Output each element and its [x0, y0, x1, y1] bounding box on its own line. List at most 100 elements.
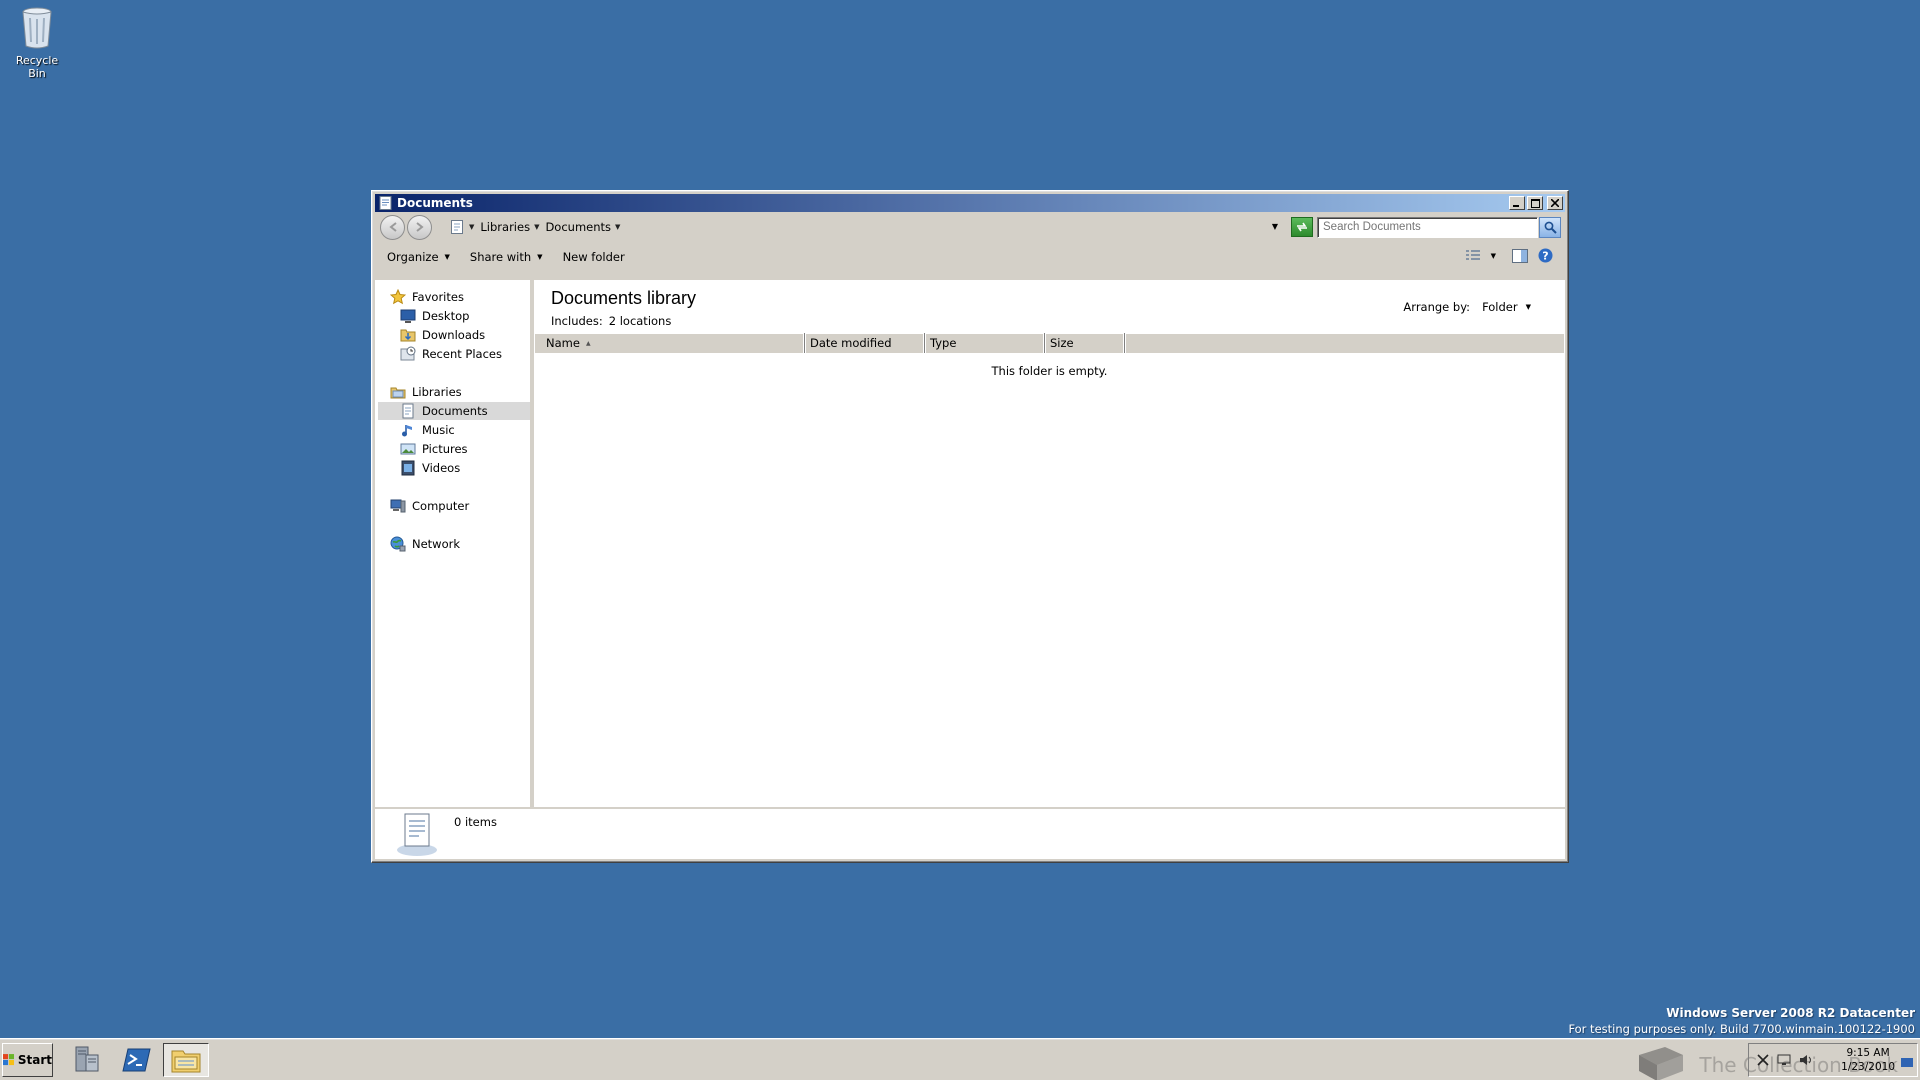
maximize-icon [1530, 198, 1540, 208]
address-root-dropdown-icon[interactable]: ▼ [469, 223, 474, 231]
column-date-label: Date modified [810, 336, 892, 350]
nav-computer[interactable]: Computer [390, 497, 469, 515]
close-button[interactable] [1547, 196, 1563, 210]
organize-button[interactable]: Organize ▼ [387, 250, 450, 264]
downloads-icon [400, 329, 416, 342]
documents-icon [402, 403, 414, 419]
details-pane: 0 items [375, 807, 1565, 859]
pictures-icon [400, 443, 416, 455]
nav-recent-places-label: Recent Places [422, 347, 502, 361]
breadcrumb-libraries[interactable]: Libraries ▼ [480, 220, 539, 234]
nav-network[interactable]: Network [390, 535, 460, 553]
content-pane: Documents library Includes: 2 locations A… [534, 280, 1565, 809]
new-folder-button[interactable]: New folder [563, 250, 625, 264]
recycle-bin[interactable]: Recycle Bin [6, 6, 68, 80]
nav-downloads-label: Downloads [422, 328, 486, 342]
show-desktop-icon[interactable] [1901, 1056, 1913, 1068]
column-header-filler [1125, 333, 1565, 353]
address-history-dropdown-icon[interactable]: ▼ [1272, 222, 1278, 231]
refresh-icon [1297, 222, 1307, 232]
taskbar-server-manager[interactable] [64, 1043, 110, 1077]
title-bar[interactable]: Documents [375, 194, 1565, 212]
chevron-down-icon[interactable]: ▼ [1526, 303, 1531, 311]
nav-music-label: Music [422, 423, 455, 437]
address-bar[interactable]: ▼ Libraries ▼ Documents ▼ ▼ [444, 216, 1287, 238]
os-watermark: Windows Server 2008 R2 Datacenter For te… [1568, 1005, 1915, 1037]
computer-icon [390, 499, 406, 513]
organize-label: Organize [387, 250, 439, 264]
chevron-down-icon: ▼ [444, 253, 450, 261]
arrange-by-label: Arrange by: [1403, 300, 1471, 314]
search-input[interactable] [1317, 216, 1538, 238]
network-tray-icon[interactable] [1777, 1054, 1791, 1066]
forward-arrow-icon [415, 222, 424, 232]
nav-recent-places[interactable]: Recent Places [400, 345, 502, 363]
change-view-icon[interactable] [1465, 249, 1481, 263]
command-bar: Organize ▼ Share with ▼ New folder ▼ ? [375, 243, 1565, 271]
back-button[interactable] [380, 214, 405, 240]
new-folder-label: New folder [562, 250, 625, 264]
taskbar-explorer[interactable] [163, 1043, 209, 1077]
arrange-by-dropdown[interactable]: Folder [1482, 300, 1518, 314]
search-button[interactable] [1539, 216, 1561, 238]
preview-pane-icon[interactable] [1512, 248, 1528, 263]
nav-pictures[interactable]: Pictures [400, 440, 468, 458]
nav-downloads[interactable]: Downloads [400, 326, 485, 344]
chevron-down-icon[interactable]: ▼ [615, 223, 620, 231]
help-icon[interactable]: ? [1538, 248, 1553, 263]
forward-button[interactable] [407, 214, 432, 240]
nav-documents[interactable]: Documents [378, 402, 530, 420]
nav-computer-label: Computer [412, 499, 470, 513]
explorer-icon [171, 1050, 201, 1073]
clock-date: 1/23/2010 [1841, 1061, 1895, 1073]
taskbar-powershell[interactable] [114, 1043, 160, 1077]
svg-text:?: ? [1542, 250, 1548, 263]
action-center-icon[interactable] [1757, 1054, 1769, 1066]
library-includes: Includes: 2 locations [551, 314, 671, 328]
documents-icon [379, 196, 392, 210]
view-controls: ▼ ? [1465, 248, 1553, 263]
volume-icon[interactable] [1799, 1054, 1813, 1066]
navigation-pane: Favorites Desktop Downloads Recent Place… [375, 280, 532, 809]
server-manager-icon [75, 1046, 99, 1072]
nav-desktop-label: Desktop [422, 309, 470, 323]
music-icon [402, 425, 412, 437]
powershell-icon [122, 1048, 151, 1072]
column-header-type[interactable]: Type [925, 333, 1045, 353]
column-size-label: Size [1050, 336, 1074, 350]
column-header-size[interactable]: Size [1045, 333, 1125, 353]
desktop-icon [400, 309, 416, 323]
system-clock[interactable]: 9:15 AM 1/23/2010 [1841, 1046, 1895, 1074]
nav-videos[interactable]: Videos [400, 459, 460, 477]
includes-label: Includes: [551, 314, 603, 328]
windows-logo-icon [3, 1054, 15, 1066]
share-with-button[interactable]: Share with ▼ [470, 250, 543, 264]
arrange-by: Arrange by: Folder ▼ [1403, 300, 1531, 314]
chevron-down-icon: ▼ [537, 253, 543, 261]
view-dropdown-icon[interactable]: ▼ [1491, 252, 1496, 260]
start-button[interactable]: Start [2, 1043, 53, 1077]
breadcrumb-libraries-label: Libraries [480, 220, 531, 234]
column-header-date-modified[interactable]: Date modified [805, 333, 925, 353]
recycle-bin-label: Recycle Bin [15, 54, 59, 80]
refresh-button[interactable] [1291, 217, 1313, 237]
column-header-name[interactable]: Name ▲ [534, 333, 805, 353]
search-icon [1544, 221, 1557, 234]
breadcrumb-documents[interactable]: Documents ▼ [545, 220, 620, 234]
item-count: 0 items [454, 815, 497, 829]
window-title: Documents [397, 196, 473, 210]
nav-libraries-label: Libraries [412, 385, 462, 399]
minimize-icon [1513, 205, 1519, 207]
nav-music[interactable]: Music [400, 421, 455, 439]
clock-time: 9:15 AM [1846, 1047, 1890, 1059]
notification-area: 9:15 AM 1/23/2010 [1748, 1043, 1918, 1077]
minimize-button[interactable] [1509, 196, 1525, 210]
nav-favorites[interactable]: Favorites [390, 288, 464, 306]
chevron-down-icon[interactable]: ▼ [534, 223, 539, 231]
includes-locations-link[interactable]: 2 locations [609, 314, 672, 328]
nav-libraries[interactable]: Libraries [390, 383, 462, 401]
recycle-bin-icon [22, 7, 52, 49]
nav-network-label: Network [412, 537, 461, 551]
nav-desktop[interactable]: Desktop [400, 307, 469, 325]
maximize-button[interactable] [1527, 196, 1543, 210]
